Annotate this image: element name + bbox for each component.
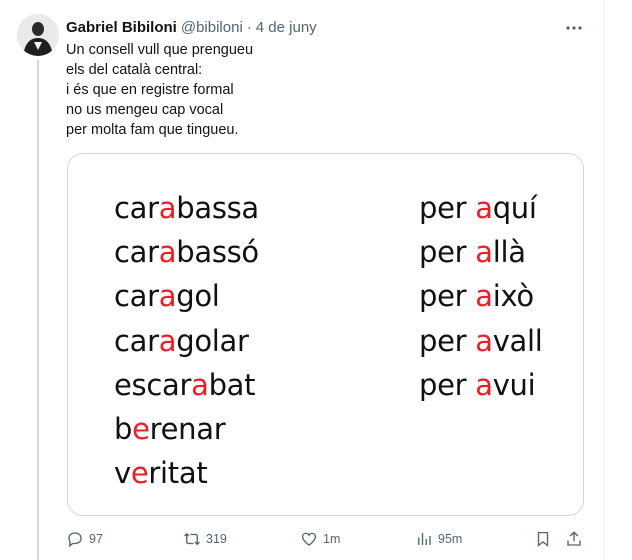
- retweet-icon: [184, 532, 200, 546]
- reply-bubble-icon: [68, 532, 82, 548]
- views-count: 95m: [438, 532, 463, 546]
- word-left: veritat: [114, 456, 208, 490]
- word-left: carabassa: [114, 191, 259, 225]
- tweet-line: Un consell vull que prengueu: [66, 42, 254, 58]
- tweet-line: no us mengeu cap vocal: [66, 102, 224, 118]
- tweet-view: Gabriel Bibiloni @bibiloni · 4 de juny U…: [0, 0, 632, 560]
- tweet-image[interactable]: carabassa carabassó caragol caragolar es…: [67, 153, 584, 516]
- like-count: 1m: [323, 532, 341, 546]
- word-left: escarabat: [114, 368, 256, 402]
- more-dots-icon: [566, 26, 582, 30]
- word-left: caragol: [114, 279, 220, 313]
- word-right: per avui: [419, 368, 536, 402]
- tweet-line: els del català central:: [66, 62, 203, 78]
- tweet-text: Un consell vull que prengueu els del cat…: [66, 40, 366, 140]
- more-button[interactable]: [563, 18, 585, 38]
- header-separator: ·: [246, 18, 252, 36]
- tweet-line: i és que en registre formal: [66, 82, 234, 98]
- thread-connector-line: [37, 60, 39, 560]
- bookmark-button[interactable]: [534, 528, 552, 550]
- word-left: caragolar: [114, 324, 249, 358]
- bar-chart-icon: [418, 533, 431, 545]
- bookmark-icon: [537, 531, 549, 547]
- like-button[interactable]: 1m: [300, 528, 340, 550]
- share-button[interactable]: [565, 528, 583, 550]
- display-name[interactable]: Gabriel Bibiloni: [66, 19, 177, 36]
- word-right: per avall: [419, 324, 543, 358]
- word-right: per això: [419, 279, 534, 313]
- reply-count: 97: [89, 532, 103, 546]
- retweet-button[interactable]: 319: [183, 528, 227, 550]
- tweet-date[interactable]: 4 de juny: [256, 19, 317, 36]
- avatar-photo-icon: [17, 14, 59, 56]
- word-right: per allà: [419, 235, 526, 269]
- column-divider: [603, 0, 604, 560]
- reply-button[interactable]: 97: [66, 528, 103, 550]
- word-left: berenar: [114, 412, 226, 446]
- tweet-header: Gabriel Bibiloni @bibiloni · 4 de juny: [66, 17, 317, 37]
- heart-icon: [301, 532, 317, 546]
- tweet-line: per molta fam que tingueu.: [66, 122, 239, 138]
- word-left: carabassó: [114, 235, 259, 269]
- views-button[interactable]: 95m: [415, 528, 462, 550]
- user-handle[interactable]: @bibiloni: [181, 19, 243, 36]
- retweet-count: 319: [206, 532, 227, 546]
- avatar[interactable]: [17, 14, 59, 56]
- share-upload-icon: [567, 531, 581, 546]
- tweet-actions: 97 319 1m 95m: [66, 528, 586, 550]
- word-right: per aquí: [419, 191, 537, 225]
